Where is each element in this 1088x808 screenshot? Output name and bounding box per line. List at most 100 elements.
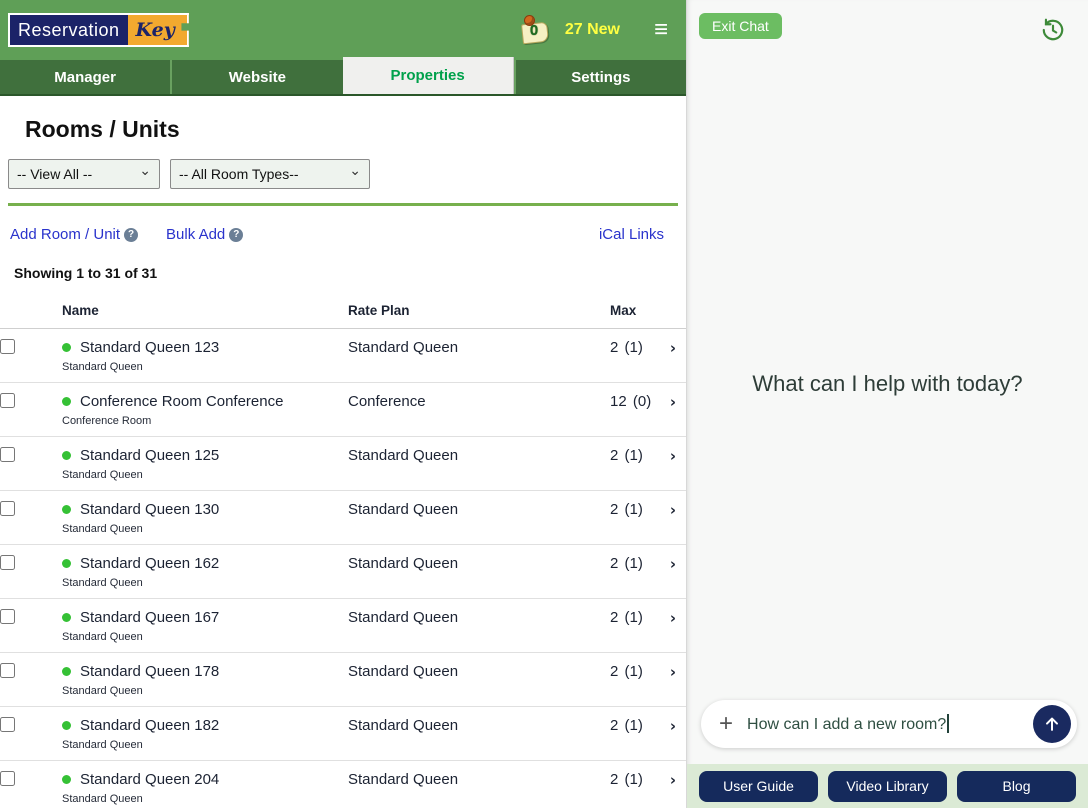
chat-history-icon[interactable]	[1040, 17, 1066, 43]
room-subtitle: Conference Room	[62, 415, 152, 427]
table-row: Standard Queen 162 Standard Queen Standa…	[0, 544, 686, 599]
row-chevron-right-icon[interactable]: ›	[660, 598, 686, 653]
arrow-up-icon	[1046, 717, 1058, 731]
room-name[interactable]: Standard Queen 123	[80, 339, 219, 356]
row-chevron-right-icon[interactable]: ›	[660, 490, 686, 545]
row-rate-plan: Standard Queen	[348, 760, 610, 808]
room-subtitle: Standard Queen	[62, 469, 143, 481]
row-rate-plan: Standard Queen	[348, 652, 610, 707]
row-checkbox-cell	[0, 436, 62, 491]
hamburger-menu-icon[interactable]: ≡	[654, 18, 668, 42]
row-checkbox-cell	[0, 490, 62, 545]
user-guide-button[interactable]: User Guide	[699, 770, 818, 802]
tab-manager[interactable]: Manager	[0, 60, 171, 94]
row-checkbox[interactable]	[0, 555, 15, 570]
view-filter-wrapper: -- View All --	[8, 159, 160, 189]
bulk-add-help-icon[interactable]: ?	[229, 227, 244, 242]
row-name-cell: Standard Queen 204 Standard Queen	[62, 760, 348, 808]
text-cursor	[947, 714, 949, 733]
table-row: Standard Queen 130 Standard Queen Standa…	[0, 490, 686, 545]
screen: Reservation Key 0 27 New ≡ Manager Websi…	[0, 0, 1088, 808]
row-checkbox[interactable]	[0, 771, 15, 786]
table-row: Standard Queen 204 Standard Queen Standa…	[0, 760, 686, 808]
row-max: 2 (1)	[610, 436, 660, 491]
row-max: 12 (0)	[610, 382, 660, 437]
room-name[interactable]: Standard Queen 162	[80, 555, 219, 572]
tab-website[interactable]: Website	[170, 60, 343, 94]
row-checkbox-cell	[0, 598, 62, 653]
row-checkbox[interactable]	[0, 393, 15, 408]
row-chevron-right-icon[interactable]: ›	[660, 544, 686, 599]
attach-plus-icon[interactable]: +	[719, 712, 733, 736]
send-button[interactable]	[1033, 705, 1071, 743]
row-checkbox[interactable]	[0, 501, 15, 516]
row-name-cell: Conference Room Conference Conference Ro…	[62, 382, 348, 437]
room-subtitle: Standard Queen	[62, 631, 143, 643]
add-room-help-icon[interactable]: ?	[124, 227, 139, 242]
room-subtitle: Standard Queen	[62, 685, 143, 697]
exit-chat-button[interactable]: Exit Chat	[699, 13, 782, 39]
chat-panel: Exit Chat What can I help with today? + …	[686, 0, 1088, 808]
room-subtitle: Standard Queen	[62, 793, 143, 805]
header-name: Name	[62, 295, 348, 329]
header-max: Max	[610, 295, 660, 329]
row-checkbox[interactable]	[0, 339, 15, 354]
tab-settings[interactable]: Settings	[513, 60, 686, 94]
row-name-cell: Standard Queen 125 Standard Queen	[62, 436, 348, 491]
row-chevron-right-icon[interactable]: ›	[660, 706, 686, 761]
row-checkbox[interactable]	[0, 717, 15, 732]
active-status-dot	[62, 667, 71, 676]
logo-text-reservation: Reservation	[10, 15, 128, 45]
row-rate-plan: Standard Queen	[348, 706, 610, 761]
row-rate-plan: Standard Queen	[348, 328, 610, 383]
row-name-cell: Standard Queen 178 Standard Queen	[62, 652, 348, 707]
add-room-link[interactable]: Add Room / Unit	[10, 226, 120, 243]
row-checkbox-cell	[0, 760, 62, 808]
room-type-filter-select[interactable]: -- All Room Types--	[170, 159, 370, 189]
results-count: Showing 1 to 31 of 31	[14, 265, 158, 281]
room-name[interactable]: Standard Queen 125	[80, 447, 219, 464]
chat-input[interactable]: How can I add a new room?	[747, 714, 1033, 734]
ical-links-link[interactable]: iCal Links	[599, 226, 664, 243]
table-row: Standard Queen 178 Standard Queen Standa…	[0, 652, 686, 707]
row-checkbox[interactable]	[0, 447, 15, 462]
table-header-row: Name Rate Plan Max	[0, 295, 686, 329]
page-title: Rooms / Units	[25, 116, 180, 142]
video-library-button[interactable]: Video Library	[828, 770, 947, 802]
row-chevron-right-icon[interactable]: ›	[660, 436, 686, 491]
row-chevron-right-icon[interactable]: ›	[660, 652, 686, 707]
header-arrow-col	[660, 295, 686, 329]
tab-properties[interactable]: Properties	[342, 57, 514, 94]
notes-icon[interactable]: 0	[519, 15, 551, 45]
main-nav-tabs: Manager Website Properties Settings	[0, 57, 686, 96]
bulk-add-link[interactable]: Bulk Add	[166, 226, 225, 243]
room-name[interactable]: Standard Queen 130	[80, 501, 219, 518]
logo-text-key: Key	[127, 13, 189, 47]
row-chevron-right-icon[interactable]: ›	[660, 328, 686, 383]
row-name-cell: Standard Queen 182 Standard Queen	[62, 706, 348, 761]
row-chevron-right-icon[interactable]: ›	[660, 382, 686, 437]
room-name[interactable]: Standard Queen 178	[80, 663, 219, 680]
row-checkbox-cell	[0, 652, 62, 707]
room-name[interactable]: Standard Queen 167	[80, 609, 219, 626]
blog-button[interactable]: Blog	[957, 770, 1076, 802]
table-row: Standard Queen 182 Standard Queen Standa…	[0, 706, 686, 761]
header-checkbox-col	[0, 295, 62, 329]
app-header: Reservation Key 0 27 New ≡	[0, 0, 686, 60]
view-filter-select[interactable]: -- View All --	[8, 159, 160, 189]
room-name[interactable]: Conference Room Conference	[80, 393, 283, 410]
new-messages-badge[interactable]: 27 New	[565, 21, 620, 39]
active-status-dot	[62, 343, 71, 352]
room-name[interactable]: Standard Queen 182	[80, 717, 219, 734]
reservationkey-logo[interactable]: Reservation Key	[8, 13, 189, 47]
room-subtitle: Standard Queen	[62, 361, 143, 373]
room-subtitle: Standard Queen	[62, 523, 143, 535]
row-chevron-right-icon[interactable]: ›	[660, 760, 686, 808]
row-checkbox-cell	[0, 382, 62, 437]
row-checkbox[interactable]	[0, 663, 15, 678]
chat-greeting: What can I help with today?	[752, 371, 1023, 396]
row-rate-plan: Standard Queen	[348, 436, 610, 491]
row-checkbox[interactable]	[0, 609, 15, 624]
table-row: Standard Queen 123 Standard Queen Standa…	[0, 328, 686, 383]
room-name[interactable]: Standard Queen 204	[80, 771, 219, 788]
